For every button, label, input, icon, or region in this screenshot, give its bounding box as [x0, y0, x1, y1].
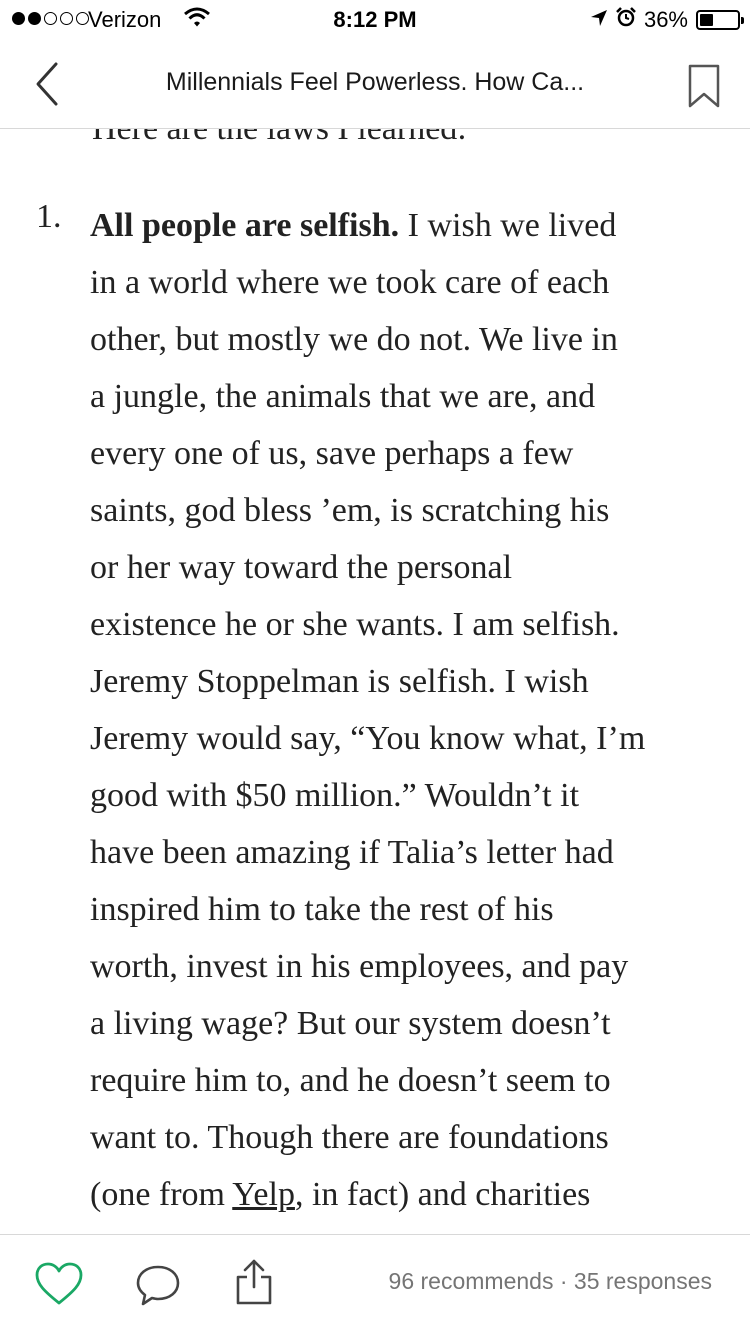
chevron-left-icon [36, 62, 58, 106]
comment-bubble-icon [136, 1265, 180, 1306]
count-separator: · [553, 1268, 574, 1294]
paragraph-text: I wish we lived in a world where we took… [90, 207, 646, 1213]
list-number: 1. [36, 198, 62, 235]
share-icon [236, 1259, 272, 1305]
yelp-link[interactable]: Yelp [232, 1176, 295, 1213]
battery-percent: 36% [643, 7, 688, 32]
bold-lead: All people are selfish. [90, 207, 400, 244]
bookmark-icon [688, 64, 720, 108]
status-bar: Verizon 8:12 PM 36% [0, 0, 750, 40]
status-right: 36% [590, 7, 744, 33]
share-button[interactable] [233, 1257, 275, 1307]
engagement-counts: 96 recommends · 35 responses [389, 1268, 712, 1295]
recommend-button[interactable] [34, 1261, 84, 1307]
article-body[interactable]: Here are the laws I learned: 1. All peop… [0, 129, 750, 1234]
location-arrow-icon [590, 7, 608, 33]
battery-nub [741, 17, 744, 24]
battery-icon [696, 10, 744, 30]
bookmark-button[interactable] [684, 62, 724, 110]
bottom-toolbar: 96 recommends · 35 responses [0, 1234, 750, 1335]
navigation-bar: Millennials Feel Powerless. How Ca... [0, 40, 750, 129]
alarm-clock-icon [616, 7, 636, 33]
preceding-text-line: Here are the laws I learned: [92, 129, 467, 149]
battery-level [700, 14, 713, 26]
back-button[interactable] [22, 58, 72, 110]
list-item-paragraph: All people are selfish. I wish we lived … [90, 197, 720, 1234]
article-title: Millennials Feel Powerless. How Ca... [165, 68, 585, 96]
responses-count[interactable]: 35 responses [574, 1268, 712, 1294]
recommends-count[interactable]: 96 recommends [389, 1268, 554, 1294]
heart-icon [35, 1262, 83, 1305]
respond-button[interactable] [134, 1263, 182, 1307]
